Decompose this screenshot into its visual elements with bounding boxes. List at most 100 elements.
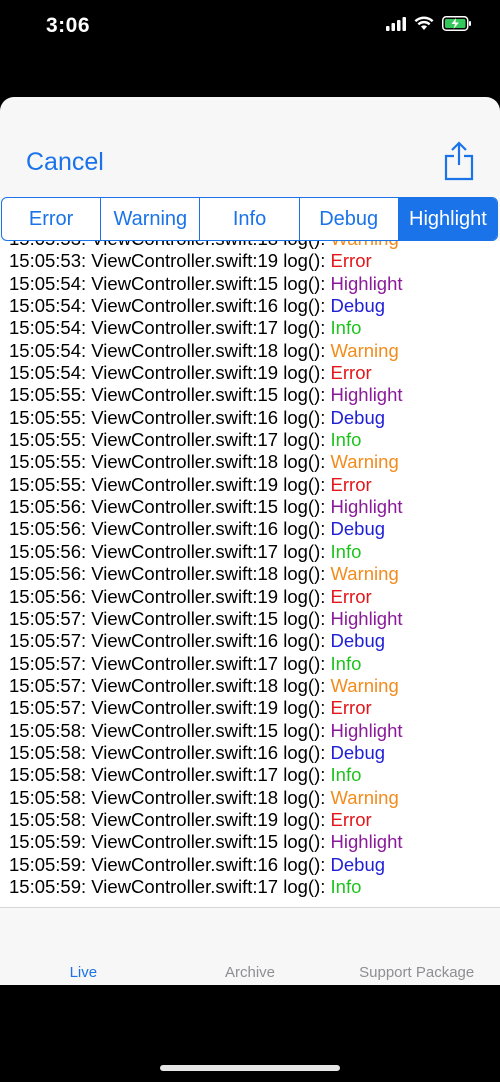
log-line: 15:05:57: ViewController.swift:18 log():… xyxy=(9,675,403,697)
log-level: Highlight xyxy=(330,496,403,518)
log-line: 15:05:55: ViewController.swift:17 log():… xyxy=(9,429,403,451)
log-level: Debug xyxy=(330,853,386,875)
log-level: Warning xyxy=(330,451,399,473)
log-text: 15:05:59: ViewController.swift:15 log(): xyxy=(9,831,331,853)
log-level: Warning xyxy=(331,241,399,249)
log-level: Info xyxy=(330,764,362,786)
log-text: 15:05:54: ViewController.swift:16 log(): xyxy=(9,295,331,317)
log-line: 15:05:53: ViewController.swift:18 log():… xyxy=(9,241,403,250)
log-text: 15:05:57: ViewController.swift:15 log(): xyxy=(9,607,331,629)
wifi-icon xyxy=(414,16,434,36)
home-indicator xyxy=(160,1065,340,1071)
cancel-button[interactable]: Cancel xyxy=(26,148,104,177)
log-line: 15:05:54: ViewController.swift:17 log():… xyxy=(9,317,403,339)
log-text: 15:05:55: ViewController.swift:19 log(): xyxy=(9,473,331,495)
signal-icon xyxy=(386,16,406,36)
log-level: Highlight xyxy=(330,831,403,853)
log-level: Highlight xyxy=(330,719,403,741)
log-level: Debug xyxy=(330,741,386,763)
log-line: 15:05:59: ViewController.swift:17 log():… xyxy=(9,876,403,898)
log-line: 15:05:56: ViewController.swift:19 log():… xyxy=(9,586,403,608)
log-line: 15:05:56: ViewController.swift:17 log():… xyxy=(9,541,403,563)
log-line: 15:05:55: ViewController.swift:18 log():… xyxy=(9,451,403,473)
log-line: 15:05:56: ViewController.swift:15 log():… xyxy=(9,496,403,518)
log-text: 15:05:59: ViewController.swift:16 log(): xyxy=(9,853,331,875)
log-level: Error xyxy=(330,808,372,830)
tab-support-package[interactable]: Support Package xyxy=(333,908,500,985)
log-text: 15:05:55: ViewController.swift:16 log(): xyxy=(9,406,331,428)
log-level: Debug xyxy=(330,630,386,652)
log-level: Error xyxy=(330,585,372,607)
segment-error[interactable]: Error xyxy=(2,198,102,240)
log-level: Info xyxy=(330,652,362,674)
log-level: Warning xyxy=(330,339,399,361)
log-level: Debug xyxy=(330,518,386,540)
status-icons xyxy=(386,16,472,36)
log-text: 15:05:56: ViewController.swift:17 log(): xyxy=(9,540,331,562)
log-line: 15:05:55: ViewController.swift:15 log():… xyxy=(9,384,403,406)
log-text: 15:05:57: ViewController.swift:18 log(): xyxy=(9,674,331,696)
log-text: 15:05:54: ViewController.swift:19 log(): xyxy=(9,362,331,384)
log-text: 15:05:56: ViewController.swift:16 log(): xyxy=(9,518,331,540)
log-level: Info xyxy=(330,540,362,562)
log-text: 15:05:53: ViewController.swift:18 log(): xyxy=(9,241,331,249)
log-line: 15:05:58: ViewController.swift:18 log():… xyxy=(9,787,403,809)
log-text: 15:05:54: ViewController.swift:15 log(): xyxy=(9,272,331,294)
log-text: 15:05:55: ViewController.swift:15 log(): xyxy=(9,384,331,406)
log-level: Error xyxy=(330,250,372,272)
log-line: 15:05:53: ViewController.swift:19 log():… xyxy=(9,250,403,272)
log-line: 15:05:58: ViewController.swift:19 log():… xyxy=(9,809,403,831)
log-line: 15:05:54: ViewController.swift:18 log():… xyxy=(9,340,403,362)
log-list[interactable]: 15:05:53: ViewController.swift:18 log():… xyxy=(0,241,500,907)
status-bar: 3:06 xyxy=(0,0,500,60)
log-line: 15:05:57: ViewController.swift:17 log():… xyxy=(9,653,403,675)
log-viewer-sheet: Cancel Error Warning Info Debug Highlight 15… xyxy=(0,97,500,985)
log-level: Info xyxy=(330,429,362,451)
battery-charging-icon xyxy=(442,16,472,36)
log-level: Highlight xyxy=(330,272,403,294)
navigation-bar: Cancel xyxy=(0,97,500,197)
log-level: Info xyxy=(330,317,362,339)
log-text: 15:05:57: ViewController.swift:16 log(): xyxy=(9,630,331,652)
segment-highlight[interactable]: Highlight xyxy=(398,198,497,240)
level-filter-segmented-control: Error Warning Info Debug Highlight xyxy=(1,197,498,241)
log-text: 15:05:58: ViewController.swift:17 log(): xyxy=(9,764,331,786)
log-line: 15:05:55: ViewController.swift:16 log():… xyxy=(9,407,403,429)
log-line: 15:05:54: ViewController.swift:16 log():… xyxy=(9,295,403,317)
log-level: Error xyxy=(330,473,372,495)
log-text: 15:05:58: ViewController.swift:19 log(): xyxy=(9,808,331,830)
log-text: 15:05:54: ViewController.swift:18 log(): xyxy=(9,339,331,361)
log-level: Debug xyxy=(330,406,386,428)
segment-info[interactable]: Info xyxy=(200,198,300,240)
log-text: 15:05:57: ViewController.swift:17 log(): xyxy=(9,652,331,674)
segment-warning[interactable]: Warning xyxy=(101,198,201,240)
log-line: 15:05:56: ViewController.swift:18 log():… xyxy=(9,563,403,585)
log-text: 15:05:58: ViewController.swift:15 log(): xyxy=(9,719,331,741)
tab-live[interactable]: Live xyxy=(0,908,167,985)
log-text: 15:05:56: ViewController.swift:15 log(): xyxy=(9,496,331,518)
log-text: 15:05:56: ViewController.swift:19 log(): xyxy=(9,585,331,607)
log-text: 15:05:58: ViewController.swift:16 log(): xyxy=(9,741,331,763)
share-button[interactable] xyxy=(444,141,474,186)
log-line: 15:05:57: ViewController.swift:16 log():… xyxy=(9,630,403,652)
log-line: 15:05:58: ViewController.swift:15 log():… xyxy=(9,720,403,742)
log-level: Warning xyxy=(330,563,399,585)
share-icon xyxy=(444,141,474,181)
log-level: Highlight xyxy=(330,607,403,629)
log-text: 15:05:53: ViewController.swift:19 log(): xyxy=(9,250,331,272)
log-line: 15:05:56: ViewController.swift:16 log():… xyxy=(9,518,403,540)
log-level: Warning xyxy=(330,674,399,696)
tab-archive[interactable]: Archive xyxy=(167,908,334,985)
log-level: Error xyxy=(330,697,372,719)
log-line: 15:05:54: ViewController.swift:19 log():… xyxy=(9,362,403,384)
log-level: Warning xyxy=(330,786,399,808)
segment-debug[interactable]: Debug xyxy=(300,198,399,240)
log-line: 15:05:57: ViewController.swift:19 log():… xyxy=(9,697,403,719)
log-text: 15:05:55: ViewController.swift:18 log(): xyxy=(9,451,331,473)
log-text: 15:05:56: ViewController.swift:18 log(): xyxy=(9,563,331,585)
log-text: 15:05:58: ViewController.swift:18 log(): xyxy=(9,786,331,808)
log-line: 15:05:59: ViewController.swift:15 log():… xyxy=(9,831,403,853)
tab-bar: Live Archive Support Package xyxy=(0,907,500,985)
log-text: 15:05:59: ViewController.swift:17 log(): xyxy=(9,875,331,897)
log-level: Error xyxy=(330,362,372,384)
